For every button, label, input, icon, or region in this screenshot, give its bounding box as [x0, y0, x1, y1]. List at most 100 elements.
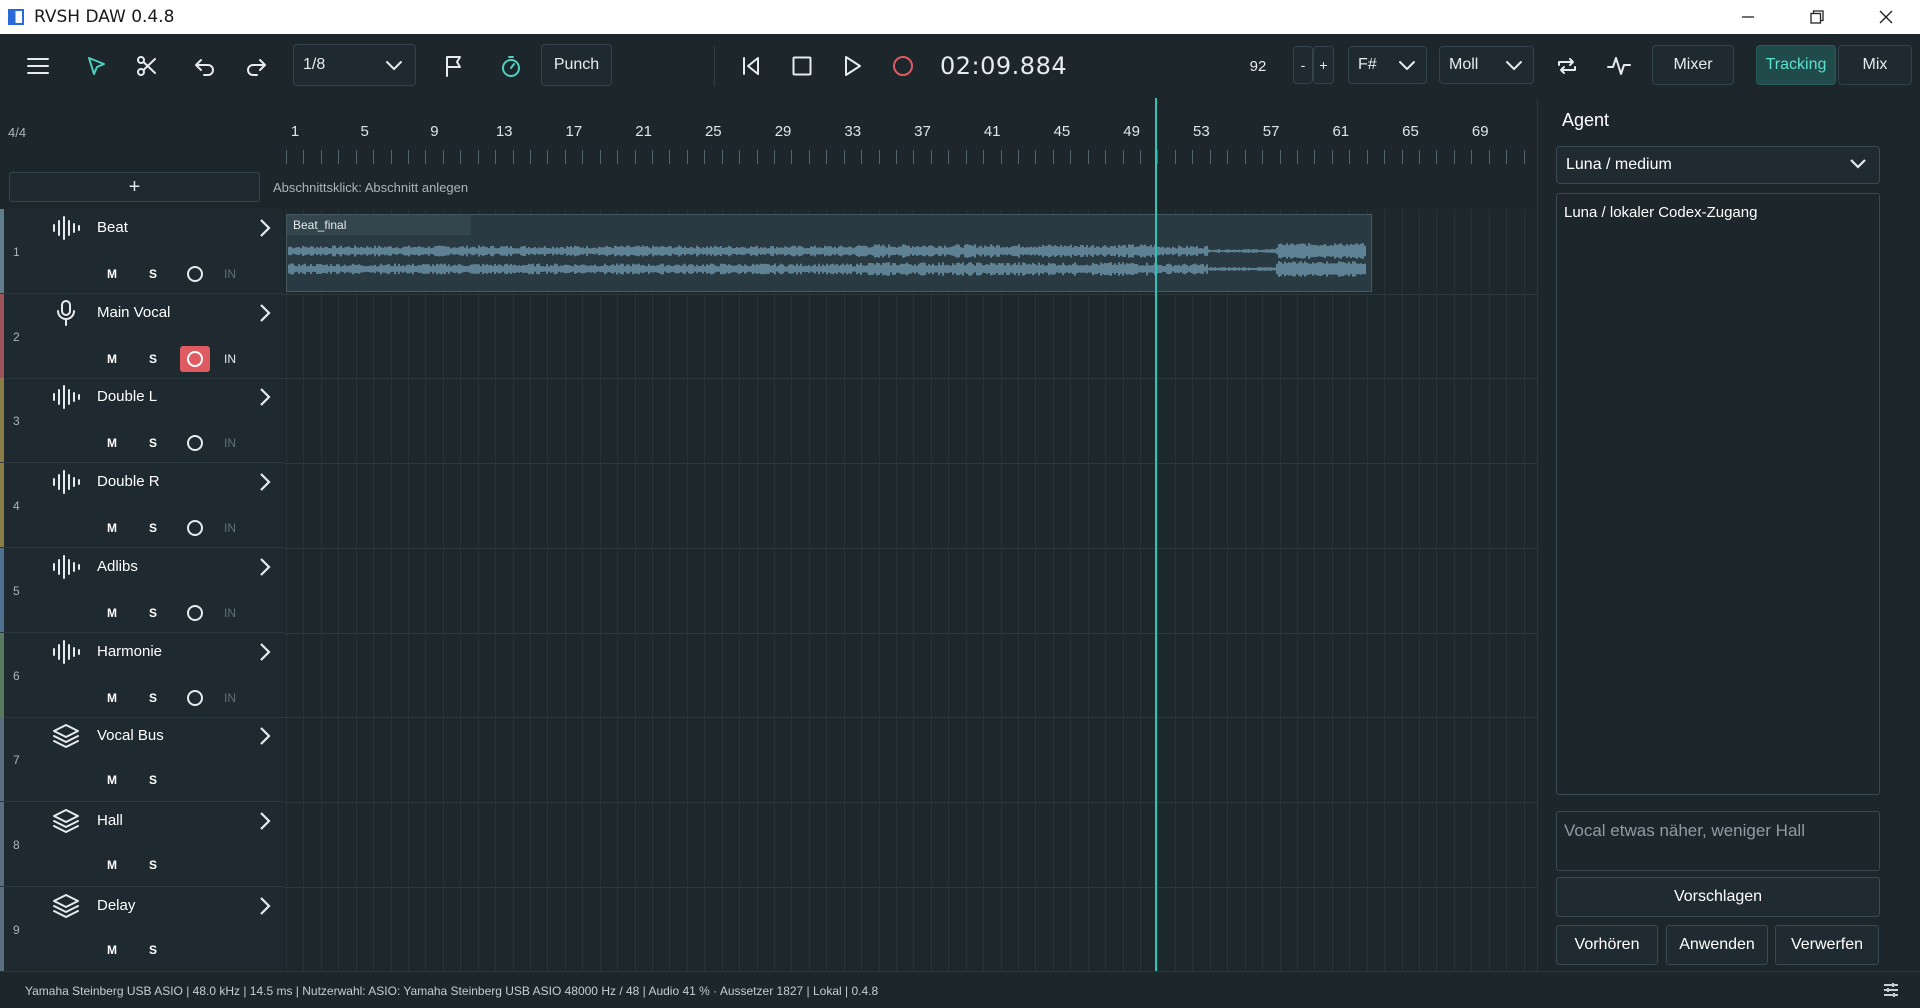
bar-number[interactable]: 37: [914, 123, 931, 140]
track-header[interactable]: 7 Vocal Bus M S: [0, 717, 283, 803]
suggest-button[interactable]: Vorschlagen: [1556, 877, 1880, 917]
preview-button[interactable]: Vorhören: [1556, 925, 1658, 965]
bar-number[interactable]: 61: [1332, 123, 1349, 140]
mute-button[interactable]: M: [98, 348, 126, 370]
chevron-right-icon[interactable]: [258, 810, 272, 835]
arrangement-grid[interactable]: Beat_final: [283, 209, 1537, 971]
mute-button[interactable]: M: [98, 939, 126, 961]
scissors-icon[interactable]: [131, 50, 163, 82]
track-name[interactable]: Harmonie: [97, 643, 162, 660]
mute-button[interactable]: M: [98, 263, 126, 285]
record-arm-button[interactable]: [180, 515, 210, 541]
redo-icon[interactable]: [240, 50, 272, 82]
go-to-start-icon[interactable]: [735, 50, 767, 82]
track-header[interactable]: 4 Double R M S IN: [0, 463, 283, 549]
track-header[interactable]: 6 Harmonie M S IN: [0, 632, 283, 718]
playhead[interactable]: [1155, 98, 1157, 971]
record-arm-button[interactable]: [180, 600, 210, 626]
bar-number[interactable]: 1: [291, 123, 299, 140]
mix-mode-button[interactable]: Mix: [1838, 45, 1912, 85]
input-monitor-button[interactable]: IN: [224, 691, 236, 705]
tracking-mode-button[interactable]: Tracking: [1756, 45, 1836, 85]
undo-icon[interactable]: [189, 50, 221, 82]
track-header[interactable]: 8 Hall M S: [0, 801, 283, 887]
close-button[interactable]: [1851, 0, 1920, 34]
solo-button[interactable]: S: [139, 602, 167, 624]
bar-number[interactable]: 29: [775, 123, 792, 140]
bar-number[interactable]: 45: [1054, 123, 1071, 140]
bar-number[interactable]: 9: [430, 123, 438, 140]
menu-icon[interactable]: [22, 50, 54, 82]
track-header[interactable]: 9 Delay M S: [0, 886, 283, 972]
key-select[interactable]: F#: [1348, 46, 1427, 84]
track-name[interactable]: Double L: [97, 388, 157, 405]
record-arm-button[interactable]: [180, 345, 210, 372]
bar-number[interactable]: 21: [635, 123, 652, 140]
bar-number[interactable]: 57: [1263, 123, 1280, 140]
solo-button[interactable]: S: [139, 348, 167, 370]
solo-button[interactable]: S: [139, 687, 167, 709]
mute-button[interactable]: M: [98, 432, 126, 454]
input-monitor-button[interactable]: IN: [224, 352, 236, 366]
mute-button[interactable]: M: [98, 517, 126, 539]
solo-button[interactable]: S: [139, 769, 167, 791]
track-name[interactable]: Delay: [97, 897, 135, 914]
input-monitor-button[interactable]: IN: [224, 267, 236, 281]
pulse-icon[interactable]: [1603, 50, 1635, 82]
track-header[interactable]: 1 Beat M S IN: [0, 209, 283, 294]
apply-button[interactable]: Anwenden: [1666, 925, 1768, 965]
record-arm-button[interactable]: [180, 261, 210, 287]
track-header[interactable]: 2 Main Vocal M S IN: [0, 293, 283, 379]
chevron-right-icon[interactable]: [258, 725, 272, 750]
input-monitor-button[interactable]: IN: [224, 436, 236, 450]
bar-number[interactable]: 49: [1123, 123, 1140, 140]
punch-button[interactable]: Punch: [541, 44, 612, 86]
timeline-ruler[interactable]: 4/4 1 5 9 13 17 21 25 29 33 37 41 45 49 53 57 61 65 69: [0, 98, 1537, 168]
record-icon[interactable]: [887, 50, 919, 82]
mute-button[interactable]: M: [98, 854, 126, 876]
time-signature[interactable]: 4/4: [8, 125, 26, 140]
mixer-button[interactable]: Mixer: [1652, 45, 1734, 85]
discard-button[interactable]: Verwerfen: [1775, 925, 1879, 965]
bar-number[interactable]: 25: [705, 123, 722, 140]
track-name[interactable]: Double R: [97, 473, 160, 490]
bar-number[interactable]: 69: [1472, 123, 1489, 140]
loop-icon[interactable]: [1551, 50, 1583, 82]
flag-icon[interactable]: [437, 50, 469, 82]
chevron-right-icon[interactable]: [258, 302, 272, 327]
chevron-right-icon[interactable]: [258, 556, 272, 581]
scale-select[interactable]: Moll: [1439, 46, 1534, 84]
bar-number[interactable]: 17: [566, 123, 583, 140]
audio-clip[interactable]: Beat_final: [286, 214, 1372, 292]
mute-button[interactable]: M: [98, 687, 126, 709]
minimize-button[interactable]: [1713, 0, 1782, 34]
solo-button[interactable]: S: [139, 517, 167, 539]
track-name[interactable]: Beat: [97, 219, 128, 236]
solo-button[interactable]: S: [139, 854, 167, 876]
input-monitor-button[interactable]: IN: [224, 521, 236, 535]
chevron-right-icon[interactable]: [258, 895, 272, 920]
bar-number[interactable]: 13: [496, 123, 513, 140]
bar-number[interactable]: 53: [1193, 123, 1210, 140]
track-name[interactable]: Hall: [97, 812, 123, 829]
solo-button[interactable]: S: [139, 263, 167, 285]
tempo-value[interactable]: 92: [1240, 52, 1276, 80]
tempo-plus-button[interactable]: +: [1313, 46, 1334, 84]
bar-number[interactable]: 65: [1402, 123, 1419, 140]
section-hint[interactable]: Abschnittsklick: Abschnitt anlegen: [273, 180, 468, 195]
metronome-timer-icon[interactable]: [495, 50, 527, 82]
bar-number[interactable]: 41: [984, 123, 1001, 140]
solo-button[interactable]: S: [139, 432, 167, 454]
chevron-right-icon[interactable]: [258, 471, 272, 496]
track-name[interactable]: Main Vocal: [97, 304, 170, 321]
record-arm-button[interactable]: [180, 685, 210, 711]
add-track-button[interactable]: +: [9, 172, 260, 202]
chevron-right-icon[interactable]: [258, 386, 272, 411]
agent-model-select[interactable]: Luna / medium: [1556, 146, 1880, 184]
track-name[interactable]: Vocal Bus: [97, 727, 164, 744]
record-arm-button[interactable]: [180, 430, 210, 456]
track-header[interactable]: 5 Adlibs M S IN: [0, 547, 283, 633]
track-header[interactable]: 3 Double L M S IN: [0, 378, 283, 464]
solo-button[interactable]: S: [139, 939, 167, 961]
mute-button[interactable]: M: [98, 769, 126, 791]
